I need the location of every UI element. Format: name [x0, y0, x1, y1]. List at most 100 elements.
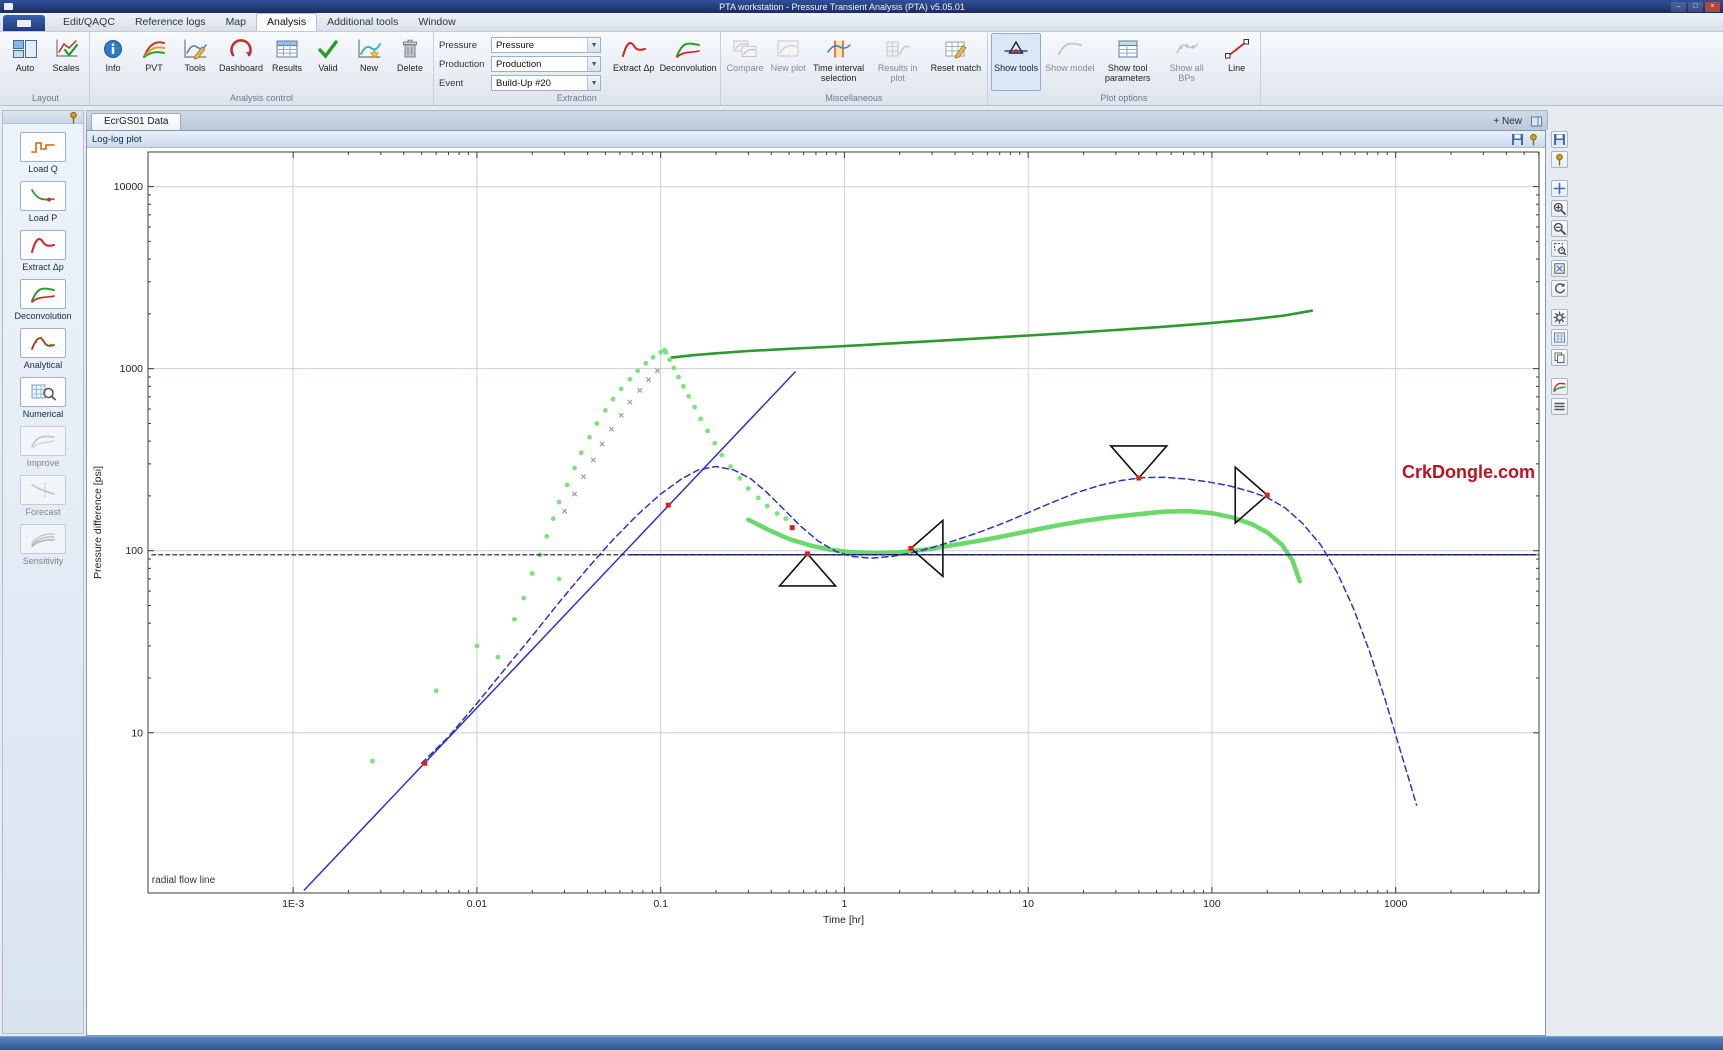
chevron-down-icon: ▼	[587, 38, 600, 52]
sidebar-item-deconvolution[interactable]: Deconvolution	[5, 279, 81, 321]
sensitivity-icon	[20, 524, 66, 554]
match-point-marker[interactable]	[422, 761, 427, 766]
svg-text:100: 100	[125, 545, 143, 557]
copy-icon[interactable]	[1551, 349, 1568, 366]
menu-tab-analysis[interactable]: Analysis	[256, 13, 317, 31]
svg-text:10: 10	[1022, 898, 1034, 910]
match-point-marker[interactable]	[805, 551, 810, 556]
button-label: Scales	[52, 63, 79, 73]
minimize-button[interactable]: –	[1671, 2, 1686, 12]
pvt-button[interactable]: PVT	[134, 33, 174, 91]
show-tool-parameters-button[interactable]: Show tool parameters	[1099, 33, 1157, 91]
document-tab-bar: EcrGS01 Data + New	[86, 110, 1548, 130]
svg-text:0.01: 0.01	[467, 898, 488, 910]
gear-icon[interactable]	[1551, 309, 1568, 326]
dashboard-button[interactable]: Dashboard	[216, 33, 266, 91]
menu-tab-reference-logs[interactable]: Reference logs	[125, 14, 216, 31]
forecast-icon	[20, 475, 66, 505]
plot-title: Log-log plot	[92, 134, 1508, 145]
pressure-select[interactable]: Pressure▼	[491, 37, 601, 53]
y-axis-title: Pressure difference [psi]	[92, 466, 104, 579]
button-label: Extract Δp	[613, 63, 655, 73]
previous-view-icon[interactable]	[1551, 280, 1568, 297]
save-icon[interactable]	[1551, 131, 1568, 148]
svg-text:10: 10	[131, 727, 143, 739]
load-q-icon	[20, 132, 66, 162]
zoom-window-icon[interactable]	[1551, 240, 1568, 257]
save-icon[interactable]	[1511, 133, 1524, 146]
svg-text:1000: 1000	[1384, 898, 1408, 910]
sidebar-item-extract-p[interactable]: Extract Δp	[5, 230, 81, 272]
scales-button[interactable]: Scales	[46, 33, 86, 91]
button-label: New	[360, 63, 378, 73]
extract-p-button[interactable]: Extract Δp	[610, 33, 658, 91]
time-interval-selection-button[interactable]: Time interval selection	[810, 33, 868, 91]
sidebar-item-load-q[interactable]: Load Q	[5, 132, 81, 174]
button-label: Delete	[397, 63, 423, 73]
curves-icon[interactable]	[1551, 378, 1568, 395]
new-button[interactable]: New	[349, 33, 389, 91]
zoom-in-icon[interactable]	[1551, 200, 1568, 217]
match-point-marker[interactable]	[1136, 476, 1141, 481]
menu-tab-map[interactable]: Map	[216, 14, 256, 31]
reset-match-button[interactable]: Reset match	[928, 33, 985, 91]
sidebar-item-load-p[interactable]: Load P	[5, 181, 81, 223]
maximize-button[interactable]: □	[1688, 2, 1703, 12]
field-row: ProductionProduction▼	[439, 56, 601, 72]
deconvolution-button[interactable]: Deconvolution	[659, 33, 717, 91]
tools-button[interactable]: Tools	[175, 33, 215, 91]
svg-text:1: 1	[841, 898, 847, 910]
document-area: EcrGS01 Data + New Log-log plot 1E-30.01…	[86, 110, 1548, 1036]
new-analysis-button[interactable]: + New	[1493, 116, 1522, 127]
selected-value: Pressure	[496, 40, 587, 51]
table-icon[interactable]	[1551, 329, 1568, 346]
match-point-marker[interactable]	[666, 503, 671, 508]
auto-button[interactable]: Auto	[5, 33, 45, 91]
plot-area[interactable]	[148, 152, 1539, 893]
sidebar-item-analytical[interactable]: Analytical	[5, 328, 81, 370]
new-plot-button: New plot	[768, 33, 809, 91]
pin-icon[interactable]	[67, 111, 80, 124]
selected-value: Production	[496, 59, 587, 70]
sidebar-header	[3, 111, 83, 124]
sidebar-item-label: Analytical	[24, 360, 63, 370]
menu-tab-additional-tools[interactable]: Additional tools	[317, 14, 408, 31]
close-button[interactable]: ×	[1705, 2, 1720, 12]
menu-tab-edit-qaqc[interactable]: Edit/QAQC	[53, 14, 125, 31]
event-select[interactable]: Build-Up #20▼	[491, 75, 601, 91]
full-view-icon[interactable]	[1551, 260, 1568, 277]
info-icon	[100, 37, 126, 61]
delete-button[interactable]: Delete	[390, 33, 430, 91]
selected-value: Build-Up #20	[496, 78, 587, 89]
sidebar-item-sensitivity: Sensitivity	[5, 524, 81, 566]
pin-icon[interactable]	[1551, 151, 1568, 168]
production-select[interactable]: Production▼	[491, 56, 601, 72]
line-button[interactable]: Line	[1217, 33, 1257, 91]
line-icon	[1224, 37, 1250, 61]
ribbon-group-label: Extraction	[437, 91, 717, 105]
button-label: Dashboard	[219, 63, 263, 73]
button-label: Compare	[727, 63, 764, 73]
sidebar-item-numerical[interactable]: Numerical	[5, 377, 81, 419]
application-menu-button[interactable]	[3, 15, 45, 31]
plot-window-header: Log-log plot	[87, 131, 1545, 148]
sidebar-item-label: Load P	[29, 213, 58, 223]
loglog-chart[interactable]: 1E-30.010.1110100100010100100010000Time …	[87, 148, 1545, 1033]
show-tools-button[interactable]: Show tools	[991, 33, 1041, 91]
info-button[interactable]: Info	[93, 33, 133, 91]
menu-lines-icon[interactable]	[1551, 398, 1568, 415]
panel-icon[interactable]	[1530, 115, 1543, 128]
pin-icon[interactable]	[1527, 133, 1540, 146]
button-label: Time interval selection	[813, 63, 865, 83]
match-point-marker[interactable]	[1265, 493, 1270, 498]
results-button[interactable]: Results	[267, 33, 307, 91]
document-tab-ecrgs01-data[interactable]: EcrGS01 Data	[91, 113, 181, 130]
button-label: Deconvolution	[660, 63, 716, 73]
match-point-marker[interactable]	[790, 525, 795, 530]
sidebar-item-label: Extract Δp	[22, 262, 64, 272]
pan-icon[interactable]	[1551, 180, 1568, 197]
menu-tab-window[interactable]: Window	[408, 14, 465, 31]
match-point-marker[interactable]	[908, 546, 913, 551]
valid-button[interactable]: Valid	[308, 33, 348, 91]
zoom-out-icon[interactable]	[1551, 220, 1568, 237]
